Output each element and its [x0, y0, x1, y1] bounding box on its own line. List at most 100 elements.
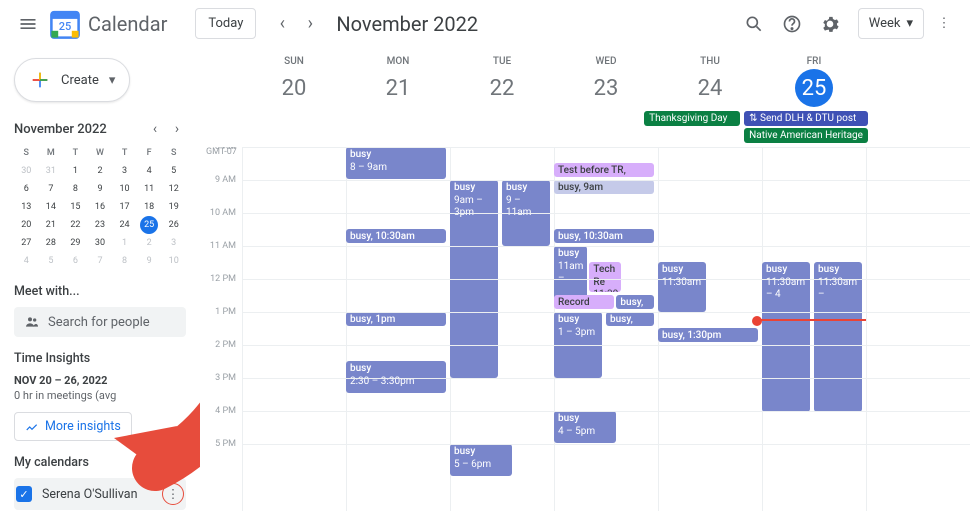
mini-day[interactable]: 24: [112, 216, 137, 234]
event[interactable]: busy4 – 5pm: [554, 411, 616, 443]
mini-day[interactable]: 10: [112, 180, 137, 198]
mini-day[interactable]: 5: [39, 252, 64, 270]
mini-day[interactable]: 8: [63, 180, 88, 198]
mini-calendar[interactable]: SMTWTFS303112345678910111213141516171819…: [14, 144, 186, 270]
mini-calendar-title[interactable]: November 2022: [14, 122, 107, 137]
mini-day[interactable]: 28: [39, 234, 64, 252]
mini-day[interactable]: 8: [112, 252, 137, 270]
day-column[interactable]: busy11:30am – 4busy11:30am –: [762, 147, 866, 511]
event[interactable]: Record WLS: [554, 295, 614, 309]
search-people-input[interactable]: Search for people: [14, 307, 186, 337]
event[interactable]: busy5 – 6pm: [450, 444, 512, 476]
event[interactable]: busy2:30 – 3:30pm: [346, 361, 446, 393]
mini-day[interactable]: 7: [39, 180, 64, 198]
help-icon[interactable]: [774, 6, 810, 42]
calendar-options-button[interactable]: ⋮: [162, 483, 184, 505]
mini-day[interactable]: 7: [88, 252, 113, 270]
mini-day[interactable]: 30: [88, 234, 113, 252]
event[interactable]: Test before TR, 8:30am: [554, 163, 654, 177]
mini-day[interactable]: 23: [88, 216, 113, 234]
mini-day[interactable]: 4: [14, 252, 39, 270]
event[interactable]: Tech Re11:30am: [589, 262, 620, 292]
day-column[interactable]: Test before TR, 8:30ambusy, 9ambusy, 10:…: [554, 147, 658, 511]
event[interactable]: busy, 12:30: [616, 295, 653, 309]
mini-day[interactable]: 11: [137, 180, 162, 198]
event[interactable]: busy8 – 9am: [346, 147, 446, 179]
allday-cell[interactable]: [342, 111, 442, 143]
my-calendars-title[interactable]: My calendars: [14, 455, 186, 470]
mini-next-button[interactable]: ›: [168, 120, 186, 138]
day-column[interactable]: [242, 147, 346, 511]
mini-day[interactable]: 21: [39, 216, 64, 234]
mini-day[interactable]: 2: [88, 162, 113, 180]
day-column[interactable]: busy11:30am busy, 1:30pm: [658, 147, 762, 511]
gear-icon[interactable]: [812, 6, 848, 42]
day-header[interactable]: FRI25: [762, 48, 866, 111]
day-header[interactable]: TUE22: [450, 48, 554, 111]
allday-cell[interactable]: [442, 111, 542, 143]
mini-day[interactable]: 6: [14, 180, 39, 198]
today-button[interactable]: Today: [195, 8, 256, 39]
more-insights-button[interactable]: More insights: [14, 412, 132, 441]
mini-day[interactable]: 3: [161, 234, 186, 252]
day-column[interactable]: [866, 147, 970, 511]
mini-day[interactable]: 27: [14, 234, 39, 252]
mini-day[interactable]: 1: [112, 234, 137, 252]
create-button[interactable]: Create ▾: [14, 58, 130, 102]
mini-day[interactable]: 18: [137, 198, 162, 216]
calendar-item[interactable]: ✓Serena O'Sullivan⋮: [14, 478, 186, 510]
event[interactable]: busy11:30am: [658, 262, 706, 312]
mini-day[interactable]: 4: [137, 162, 162, 180]
event[interactable]: busy11:30am – 4: [762, 262, 810, 412]
mini-day[interactable]: 13: [14, 198, 39, 216]
day-header[interactable]: SUN20: [242, 48, 346, 111]
mini-prev-button[interactable]: ‹: [146, 120, 164, 138]
mini-day[interactable]: 16: [88, 198, 113, 216]
prev-week-button[interactable]: ‹: [268, 10, 296, 38]
event[interactable]: busy, 1:30pm: [658, 328, 758, 342]
day-column[interactable]: busy9am – 3pmbusy9 – 11ambusy5 – 6pm: [450, 147, 554, 511]
mini-day[interactable]: 3: [112, 162, 137, 180]
mini-day[interactable]: 10: [161, 252, 186, 270]
mini-day[interactable]: 2: [137, 234, 162, 252]
day-header[interactable]: MON21: [346, 48, 450, 111]
mini-day[interactable]: 31: [39, 162, 64, 180]
current-range[interactable]: November 2022: [336, 12, 478, 36]
allday-cell[interactable]: [870, 111, 970, 143]
allday-event[interactable]: Native American Heritage: [744, 128, 868, 143]
mini-day[interactable]: 25: [137, 216, 162, 234]
allday-cell[interactable]: [242, 111, 342, 143]
menu-icon[interactable]: [8, 4, 48, 44]
mini-day[interactable]: 9: [88, 180, 113, 198]
more-icon[interactable]: ⋮: [926, 6, 962, 42]
allday-cell[interactable]: Thanksgiving Day: [642, 111, 742, 143]
allday-event[interactable]: Thanksgiving Day: [644, 111, 740, 126]
mini-day[interactable]: 17: [112, 198, 137, 216]
mini-day[interactable]: 6: [63, 252, 88, 270]
day-header[interactable]: WED23: [554, 48, 658, 111]
search-icon[interactable]: [736, 6, 772, 42]
event[interactable]: busy, 1pm: [606, 312, 654, 326]
mini-day[interactable]: 22: [63, 216, 88, 234]
view-switcher[interactable]: Week▾: [858, 8, 924, 39]
allday-cell[interactable]: ⇅ Send DLH & DTU post Native American Her…: [742, 111, 870, 143]
event[interactable]: busy, 1pm: [346, 312, 446, 326]
mini-day[interactable]: 14: [39, 198, 64, 216]
allday-event[interactable]: ⇅ Send DLH & DTU post: [744, 111, 868, 126]
event[interactable]: busy11:30am –: [814, 262, 862, 412]
day-column[interactable]: busy8 – 9am busy, 10:30am busy, 1pm busy2:3…: [346, 147, 450, 511]
event[interactable]: busy11am –: [554, 246, 587, 300]
event[interactable]: busy, 10:30am: [346, 229, 446, 243]
mini-day[interactable]: 15: [63, 198, 88, 216]
mini-day[interactable]: 29: [63, 234, 88, 252]
calendar-checkbox[interactable]: ✓: [16, 486, 32, 502]
mini-day[interactable]: 1: [63, 162, 88, 180]
day-header[interactable]: THU24: [658, 48, 762, 111]
mini-day[interactable]: 19: [161, 198, 186, 216]
mini-day[interactable]: 26: [161, 216, 186, 234]
mini-day[interactable]: 5: [161, 162, 186, 180]
day-header[interactable]: [866, 48, 970, 111]
mini-day[interactable]: 20: [14, 216, 39, 234]
allday-cell[interactable]: [542, 111, 642, 143]
mini-day[interactable]: 12: [161, 180, 186, 198]
